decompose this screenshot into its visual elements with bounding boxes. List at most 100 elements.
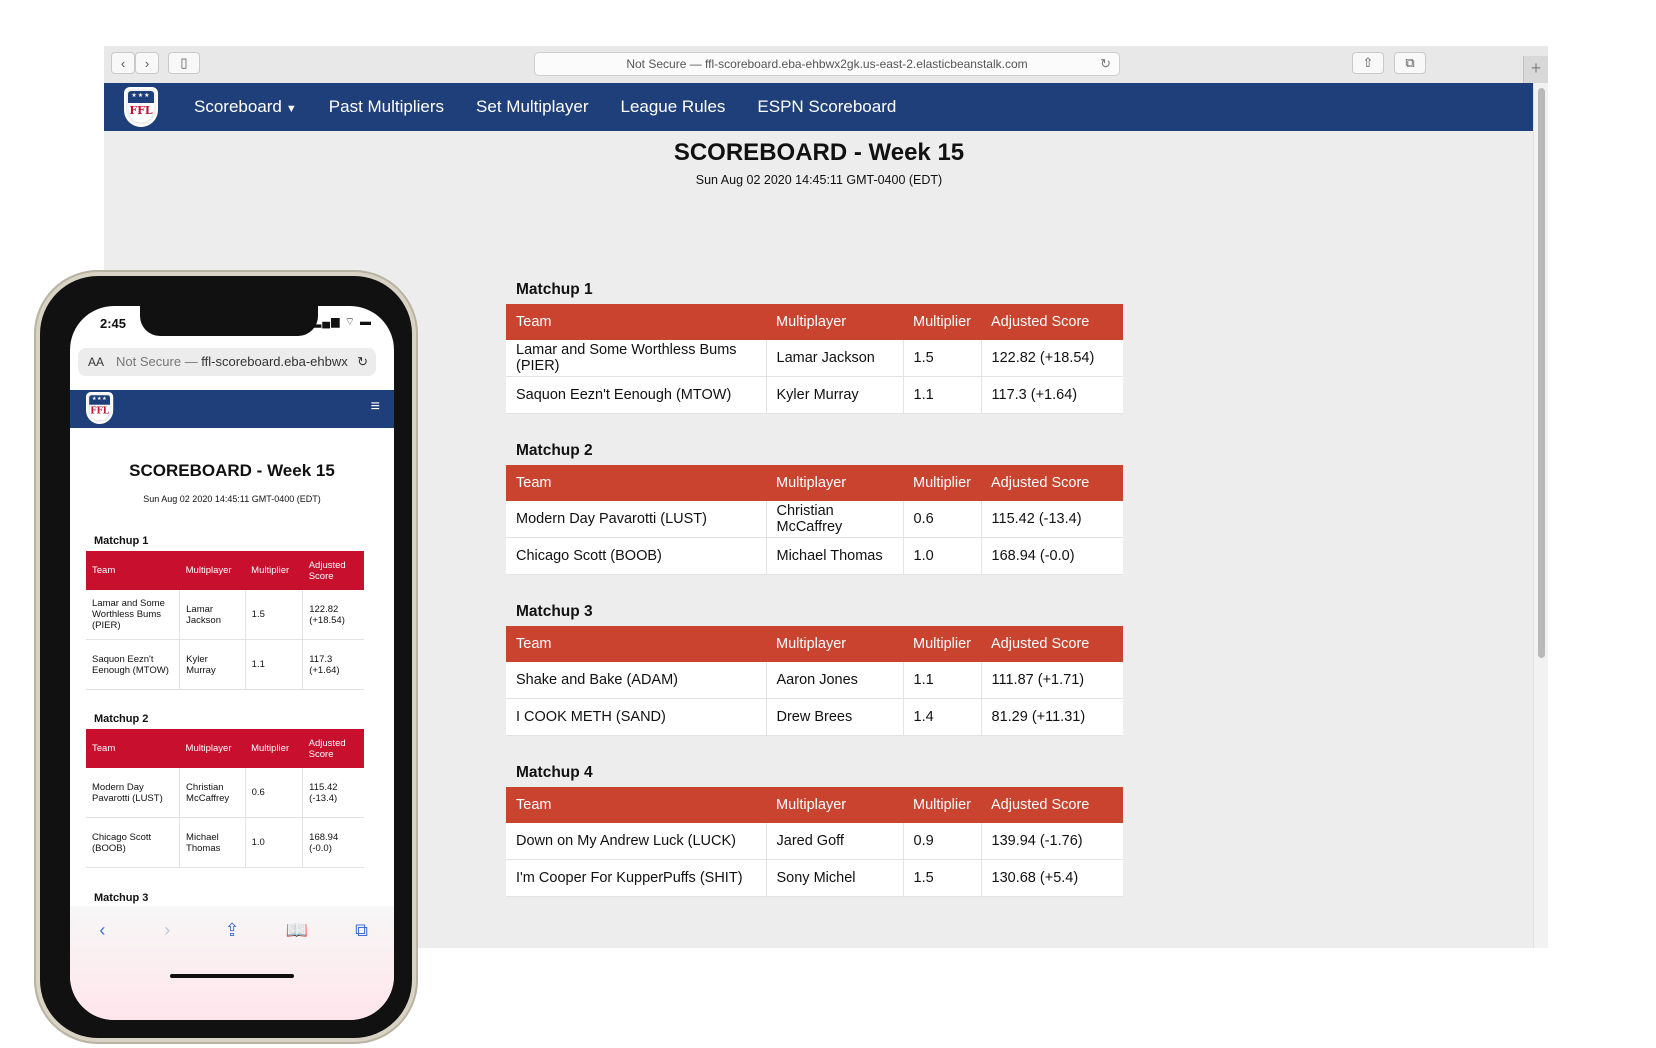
table-row: I'm Cooper For KupperPuffs (SHIT) Sony Mi… bbox=[506, 859, 1123, 897]
column-header: Multiplier bbox=[903, 626, 982, 662]
table-row: Down on My Andrew Luck (LUCK) Jared Goff 0… bbox=[506, 823, 1123, 860]
phone-page-title: SCOREBOARD - Week 15 bbox=[129, 461, 335, 480]
forward-button[interactable]: › bbox=[135, 52, 159, 74]
nav-past-multipliers[interactable]: Past Multipliers bbox=[329, 97, 444, 117]
phone-matchup-2: Matchup 2 Team Multiplayer Multiplier Adjust… bbox=[86, 709, 364, 868]
nav-league-rules[interactable]: League Rules bbox=[620, 97, 725, 117]
phone-notch bbox=[140, 306, 318, 336]
multiplayer-cell: Christian McCaffrey bbox=[179, 768, 246, 818]
table-header-row: Team Multiplayer Multiplier Adjusted Score bbox=[506, 465, 1123, 501]
team-cell: I COOK METH (SAND) bbox=[506, 698, 767, 736]
address-text: Not Secure — ffl-scoreboard.eba-ehbwx2gk… bbox=[626, 57, 1028, 71]
team-cell: Lamar and Some Worthless Bums (PIER) bbox=[506, 340, 767, 377]
tabs-button[interactable]: ⧉ bbox=[1394, 52, 1426, 74]
multiplayer-cell: Sony Michel bbox=[766, 859, 904, 897]
phone-status-icons: ▂▄▆ ⌔ ▬ bbox=[312, 316, 372, 328]
site-navbar: ★★★ FFL Scoreboard ▼ Past Multipliers Set… bbox=[104, 83, 1534, 131]
phone-page-date: Sun Aug 02 2020 14:45:11 GMT-0400 (EDT) bbox=[143, 494, 321, 504]
table-row: Chicago Scott (BOOB) Michael Thomas 1.0 168… bbox=[506, 537, 1123, 575]
phone-address-host: ffl-scoreboard.eba-ehbwx bbox=[201, 354, 348, 369]
address-bar[interactable]: Not Secure — ffl-scoreboard.eba-ehbwx2gk… bbox=[534, 52, 1120, 76]
multiplier-cell: 1.0 bbox=[903, 537, 982, 575]
nav-scoreboard[interactable]: Scoreboard ▼ bbox=[194, 97, 297, 117]
column-header: Team bbox=[506, 465, 766, 501]
adjusted-score-cell: 130.68 (+5.4) bbox=[981, 859, 1123, 897]
adjusted-score-cell: 117.3 (+1.64) bbox=[981, 376, 1123, 414]
table-row: Lamar and Some Worthless Bums (PIER) Lama… bbox=[86, 590, 364, 640]
share-icon[interactable]: ⇪ bbox=[212, 920, 252, 1020]
matchup-table: Team Multiplayer Multiplier Adjusted Score M… bbox=[506, 465, 1123, 575]
multiplier-cell: 0.6 bbox=[903, 501, 982, 538]
phone-address-bar[interactable]: AA Not Secure — ffl-scoreboard.eba-ehbwx … bbox=[78, 348, 376, 376]
column-header: Team bbox=[506, 304, 766, 340]
back-icon[interactable]: ‹ bbox=[82, 920, 122, 1020]
multiplayer-cell: Michael Thomas bbox=[766, 537, 904, 575]
tabs-icon[interactable]: ⧉ bbox=[342, 920, 382, 1020]
multiplier-cell: 1.1 bbox=[903, 376, 982, 414]
forward-icon[interactable]: › bbox=[147, 920, 187, 1020]
new-tab-button[interactable]: + bbox=[1523, 56, 1548, 83]
ffl-logo[interactable]: ★★★ FFL bbox=[124, 87, 158, 127]
matchup-title: Matchup 1 bbox=[516, 281, 593, 298]
phone-matchup-title: Matchup 2 bbox=[94, 713, 149, 725]
matchup-table: Team Multiplayer Multiplier Adjusted Score S… bbox=[506, 626, 1123, 736]
multiplier-cell: 0.9 bbox=[903, 823, 982, 860]
matchup-table: Team Multiplayer Multiplier Adjusted Score D… bbox=[506, 787, 1123, 897]
column-header: Multiplier bbox=[903, 304, 982, 340]
table-header-row: Team Multiplayer Multiplier Adjusted Score bbox=[506, 304, 1123, 340]
table-row: Chicago Scott (BOOB) Michael Thomas 1.0 168… bbox=[86, 817, 364, 868]
phone-frame: 2:45 ▂▄▆ ⌔ ▬ AA Not Secure — ffl-scoreboa… bbox=[34, 270, 418, 1044]
phone-reload-icon[interactable]: ↻ bbox=[357, 348, 368, 376]
reader-aa-button[interactable]: AA bbox=[88, 355, 104, 369]
multiplayer-cell: Kyler Murray bbox=[179, 639, 246, 690]
nav-set-multiplayer[interactable]: Set Multiplayer bbox=[476, 97, 588, 117]
reload-icon[interactable]: ↻ bbox=[1100, 53, 1111, 75]
phone-screen: 2:45 ▂▄▆ ⌔ ▬ AA Not Secure — ffl-scoreboa… bbox=[70, 306, 394, 1020]
table-row: Modern Day Pavarotti (LUST) Christian McC… bbox=[506, 501, 1123, 538]
table-row: I COOK METH (SAND) Drew Brees 1.4 81.29 (+1… bbox=[506, 698, 1123, 736]
adjusted-score-cell: 122.82 (+18.54) bbox=[302, 590, 364, 640]
phone-ffl-logo[interactable]: ★★★ FFL bbox=[86, 392, 114, 424]
phone-navbar: ★★★ FFL ≡ bbox=[70, 390, 394, 428]
multiplier-cell: 1.1 bbox=[903, 662, 982, 699]
column-header: Multiplier bbox=[903, 465, 982, 501]
bookmarks-icon[interactable]: 📖 bbox=[277, 920, 317, 1020]
matchup-title: Matchup 2 bbox=[516, 442, 593, 459]
tabs-icon: ⧉ bbox=[1405, 55, 1415, 70]
scrollbar-thumb[interactable] bbox=[1538, 88, 1545, 658]
column-header: Multiplayer bbox=[766, 626, 903, 662]
column-header: Adjusted Score bbox=[981, 465, 1123, 501]
table-row: Saquon Eezn't Eenough (MTOW) Kyler Murray… bbox=[506, 376, 1123, 414]
phone-tab-bar: ‹ › ⇪ 📖 ⧉ bbox=[70, 906, 394, 1020]
back-button[interactable]: ‹ bbox=[111, 52, 135, 74]
adjusted-score-cell: 139.94 (-1.76) bbox=[981, 823, 1123, 860]
table-header-row: Team Multiplayer Multiplier Adjusted Score bbox=[86, 551, 364, 590]
sidebar-icon: ▯ bbox=[180, 55, 188, 70]
phone-time: 2:45 bbox=[100, 316, 127, 331]
team-cell: Chicago Scott (BOOB) bbox=[86, 817, 181, 868]
share-button[interactable]: ⇧ bbox=[1352, 52, 1384, 74]
adjusted-score-cell: 111.87 (+1.71) bbox=[981, 662, 1123, 699]
team-cell: Chicago Scott (BOOB) bbox=[506, 537, 767, 575]
team-cell: I'm Cooper For KupperPuffs (SHIT) bbox=[506, 859, 767, 897]
column-header: Adjusted Score bbox=[981, 304, 1123, 340]
team-cell: Modern Day Pavarotti (LUST) bbox=[86, 768, 181, 818]
multiplier-cell: 1.5 bbox=[903, 859, 982, 897]
multiplayer-cell: Kyler Murray bbox=[766, 376, 904, 414]
hamburger-menu-icon[interactable]: ≡ bbox=[371, 398, 380, 416]
column-header: Multiplayer bbox=[766, 304, 903, 340]
multiplier-cell: 1.5 bbox=[245, 590, 304, 640]
matchup-1: Matchup 1 Team Multiplayer Multiplier Adjust… bbox=[506, 276, 1123, 414]
nav-espn-scoreboard[interactable]: ESPN Scoreboard bbox=[757, 97, 896, 117]
column-header: Multiplier bbox=[245, 551, 303, 590]
matchup-table: Team Multiplayer Multiplier Adjusted Score L… bbox=[506, 304, 1123, 414]
table-row: Modern Day Pavarotti (LUST) Christian McC… bbox=[86, 768, 364, 818]
matchup-title: Matchup 4 bbox=[516, 764, 593, 781]
chevron-left-icon: ‹ bbox=[120, 55, 126, 71]
team-cell: Lamar and Some Worthless Bums (PIER) bbox=[86, 590, 181, 640]
adjusted-score-cell: 117.3 (+1.64) bbox=[302, 639, 364, 690]
column-header: Multiplayer bbox=[766, 465, 903, 501]
column-header: Team bbox=[506, 787, 766, 823]
sidebar-button[interactable]: ▯ bbox=[168, 52, 200, 74]
phone-address-prefix: Not Secure — bbox=[116, 354, 202, 369]
